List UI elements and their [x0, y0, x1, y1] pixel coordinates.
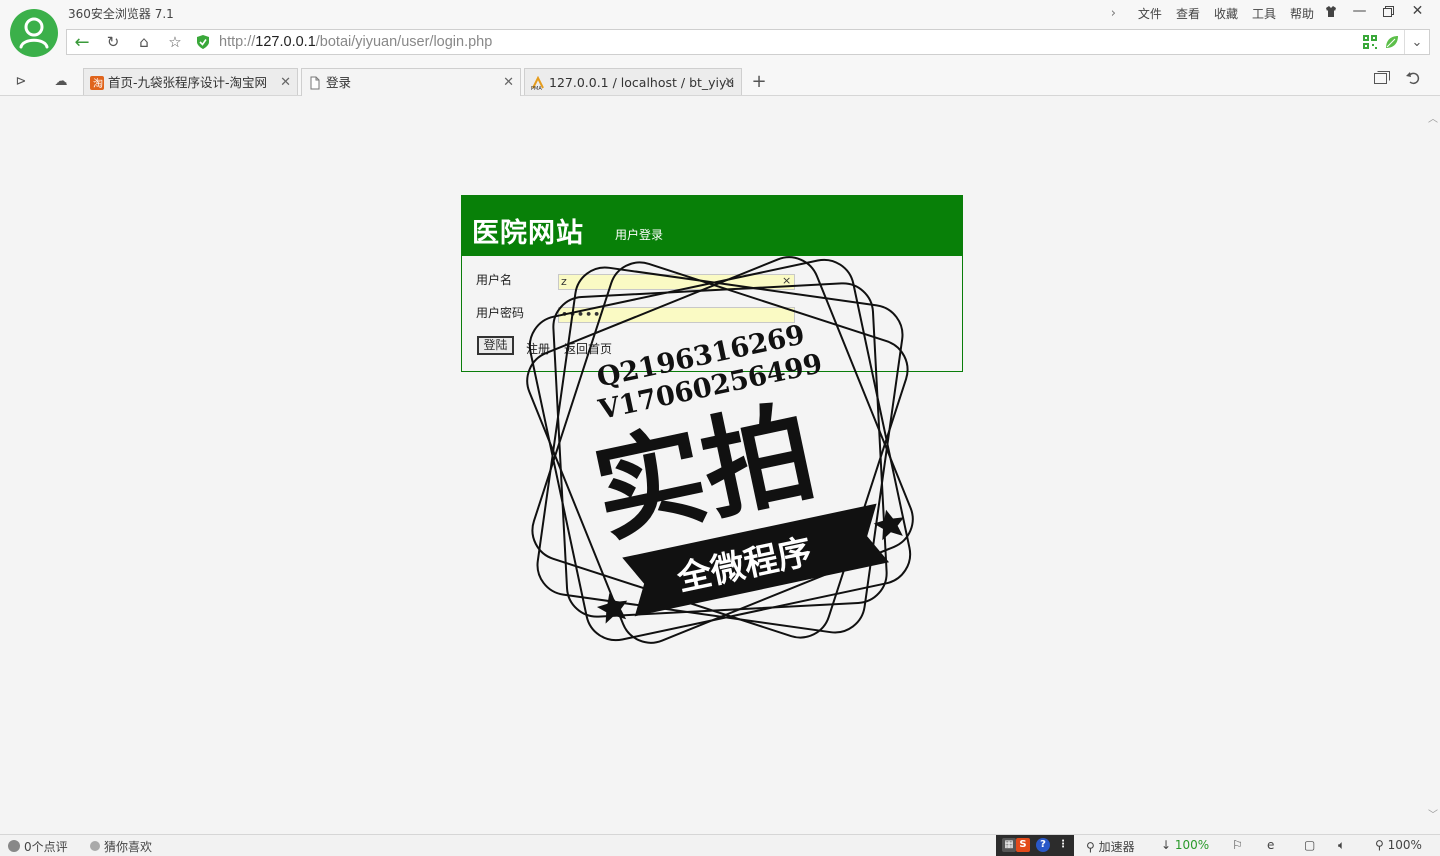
svg-text:淘: 淘	[93, 77, 103, 90]
password-label: 用户密码	[476, 306, 525, 320]
menu-tools[interactable]: 工具	[1252, 5, 1276, 22]
reviews-status[interactable]: 0个点评	[8, 838, 68, 855]
window-controls: — ✕	[1316, 0, 1432, 22]
guess-label: 猜你喜欢	[104, 840, 153, 854]
ime-toolbar[interactable]: ▦ S ? ⋮	[996, 835, 1074, 856]
zoom-percent: 100%	[1387, 838, 1422, 852]
taobao-icon: 淘	[90, 76, 104, 90]
skin-shirt-icon[interactable]	[1316, 0, 1345, 22]
scroll-up-arrow-icon[interactable]: ︿	[1428, 110, 1438, 125]
register-link[interactable]: 注册	[526, 340, 550, 357]
pma-icon: PMA	[531, 76, 544, 90]
chevron-right-icon[interactable]: ›	[1111, 6, 1116, 21]
login-panel: 医院网站 用户登录 用户名 z × 用户密码 ••••• 登陆 注册 返回首页	[461, 195, 963, 372]
reviews-icon	[8, 840, 20, 852]
back-home-link[interactable]: 返回首页	[564, 340, 612, 357]
scroll-down-arrow-icon[interactable]: ﹀	[1428, 806, 1438, 821]
menu-help[interactable]: 帮助	[1290, 5, 1314, 22]
new-tab-plus-icon[interactable]: +	[748, 70, 770, 92]
star-icon[interactable]: ☆	[160, 30, 190, 54]
undo-closed-tab-icon[interactable]	[1406, 71, 1420, 88]
password-input[interactable]: •••••	[558, 307, 795, 323]
star-icon	[873, 509, 904, 541]
site-title: 医院网站	[472, 218, 584, 249]
app-title: 360安全浏览器 7.1	[68, 7, 174, 21]
tab-phpmyadmin[interactable]: PMA 127.0.0.1 / localhost / bt_yiyu ✕	[524, 68, 742, 95]
zoom-icon: ⚲	[1375, 838, 1384, 852]
tab-label: 首页-九袋张程序设计-淘宝网	[108, 75, 268, 90]
login-submit-button[interactable]: 登陆	[477, 336, 514, 355]
refresh-icon[interactable]: ↻	[98, 30, 128, 54]
tab-taobao[interactable]: 淘 首页-九袋张程序设计-淘宝网 ✕	[83, 68, 298, 95]
download-percent: 100%	[1174, 838, 1210, 852]
zoom-status[interactable]: ⚲ 100%	[1375, 838, 1422, 852]
qr-code-icon[interactable]	[1363, 35, 1377, 49]
cloud-icon[interactable]: ☁	[50, 70, 72, 92]
ime-more-icon[interactable]: ⋮	[1056, 838, 1070, 852]
home-icon[interactable]: ⌂	[129, 30, 159, 54]
window-icon[interactable]: ▢	[1304, 838, 1315, 852]
minimize-icon[interactable]: —	[1345, 0, 1374, 22]
tab-strip: ⊳ ☁ 淘 首页-九袋张程序设计-淘宝网 ✕ 登录 ✕ PMA 127.0.0.…	[0, 67, 1440, 96]
leaf-icon[interactable]	[1385, 35, 1399, 49]
speaker-icon[interactable]: 🔈︎	[1338, 838, 1345, 853]
menu-file[interactable]: 文件	[1138, 5, 1162, 22]
flag-icon[interactable]: ⚐	[1232, 838, 1243, 852]
url-input[interactable]: http://127.0.0.1/botai/yiyuan/user/login…	[219, 34, 492, 50]
tab-close-icon[interactable]: ✕	[724, 69, 735, 95]
sogou-icon[interactable]: S	[1016, 838, 1030, 852]
accelerator-status[interactable]: ⚲ 加速器	[1086, 838, 1135, 855]
tab-login[interactable]: 登录 ✕	[301, 68, 521, 96]
rocket-icon: ⚲	[1086, 840, 1095, 854]
username-input[interactable]: z	[558, 274, 795, 290]
status-bar: 0个点评 猜你喜欢 ▦ S ? ⋮ ⚲ 加速器 ↓ 100% ⚐ e ▢ 🔈︎ …	[0, 834, 1440, 856]
tab-close-icon[interactable]: ✕	[280, 69, 291, 95]
ime-grid-icon[interactable]: ▦	[1002, 838, 1016, 852]
menu-bar: › 文件 查看 收藏 工具 帮助	[1111, 3, 1314, 23]
tab-label: 登录	[326, 75, 352, 90]
url-path: /botai/yiyuan/user/login.php	[315, 34, 493, 50]
user-avatar-icon[interactable]	[10, 9, 58, 57]
download-arrow-icon: ↓	[1161, 838, 1172, 852]
login-subtitle: 用户登录	[615, 228, 664, 242]
ie-icon[interactable]: e	[1267, 838, 1274, 852]
close-icon[interactable]: ✕	[1403, 0, 1432, 22]
svg-text:PMA: PMA	[531, 86, 542, 90]
reviews-label: 0个点评	[24, 840, 68, 854]
restore-icon[interactable]	[1374, 0, 1403, 22]
guess-icon	[90, 841, 100, 851]
star-icon	[596, 593, 628, 624]
tab-close-icon[interactable]: ✕	[503, 69, 514, 96]
url-host: 127.0.0.1	[255, 34, 316, 50]
tab-label: 127.0.0.1 / localhost / bt_yiyu	[549, 75, 735, 90]
address-bar: ← ↻ ⌂ ☆ http://127.0.0.1/botai/yiyuan/us…	[66, 29, 1430, 55]
sidebar-toggle-icon[interactable]: ⊳	[10, 70, 32, 92]
url-prefix: http://	[219, 34, 256, 50]
menu-favorites[interactable]: 收藏	[1214, 5, 1238, 22]
address-dropdown-icon[interactable]: ⌄	[1404, 30, 1429, 54]
login-header: 医院网站 用户登录	[462, 196, 962, 256]
help-icon[interactable]: ?	[1036, 838, 1050, 852]
menu-view[interactable]: 查看	[1176, 5, 1200, 22]
guess-status[interactable]: 猜你喜欢	[90, 838, 152, 855]
page-icon	[310, 76, 320, 90]
browser-toolbar: 360安全浏览器 7.1 › 文件 查看 收藏 工具 帮助 — ✕ ← ↻ ⌂ …	[0, 0, 1440, 96]
watermark-banner: 全微程序	[673, 532, 815, 600]
clear-input-icon[interactable]: ×	[782, 274, 791, 287]
tab-list-icon[interactable]	[1374, 71, 1390, 88]
accelerator-label: 加速器	[1098, 840, 1135, 854]
username-label: 用户名	[476, 273, 513, 287]
watermark-main: 实拍	[583, 387, 825, 558]
security-shield-icon[interactable]	[197, 35, 209, 49]
download-status[interactable]: ↓ 100%	[1161, 838, 1209, 852]
back-arrow-icon[interactable]: ←	[67, 30, 97, 54]
